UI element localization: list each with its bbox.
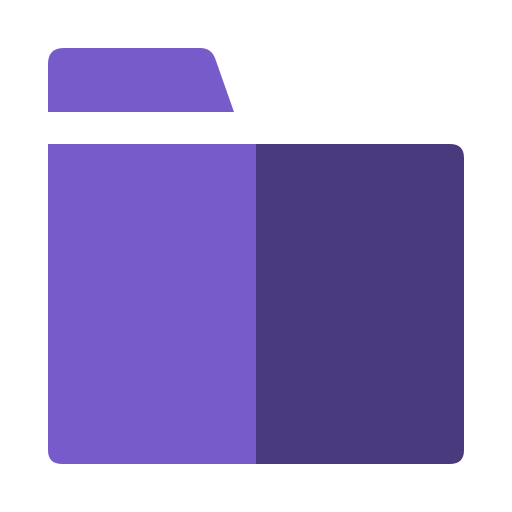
folder-tab: [48, 48, 234, 112]
folder-body-left: [48, 144, 256, 464]
folder-icon: [48, 48, 464, 464]
folder-body-right: [256, 144, 464, 464]
icon-canvas: [0, 0, 512, 512]
